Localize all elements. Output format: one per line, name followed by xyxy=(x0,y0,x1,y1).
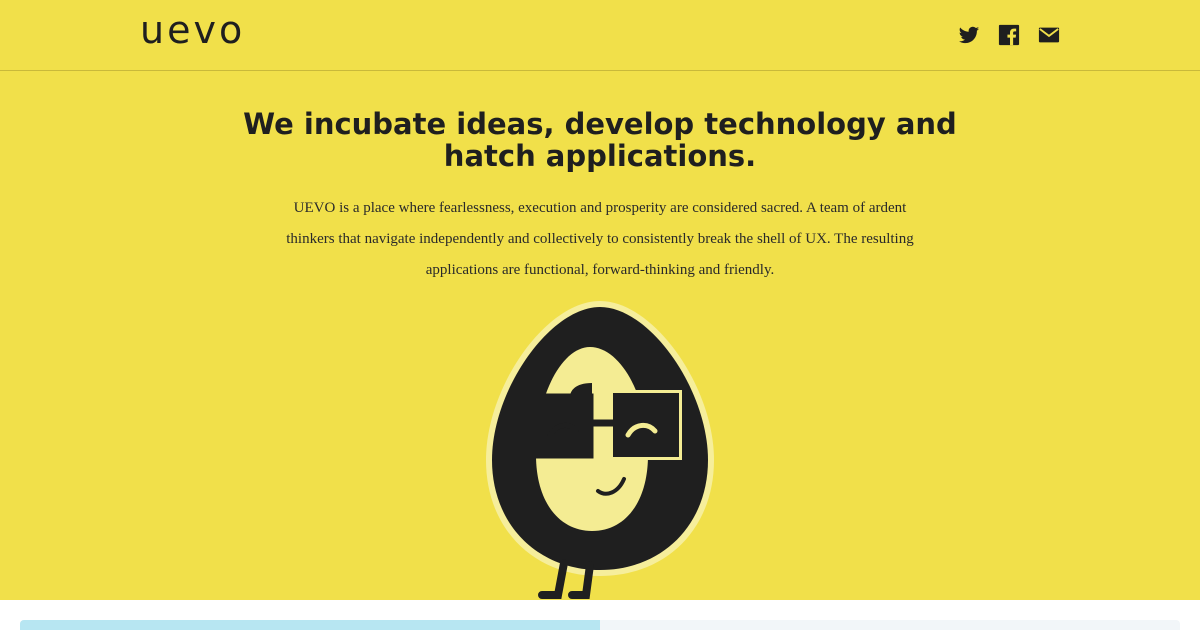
description-line: thinkers that navigate independently and… xyxy=(286,231,914,247)
tab-active-indicator[interactable] xyxy=(20,620,600,630)
section-tab-strip xyxy=(20,620,1180,630)
egg-mascot-illustration xyxy=(486,301,714,599)
hero-description: UEVO is a place where fearlessness, exec… xyxy=(0,193,1200,286)
site-header: uevo xyxy=(0,0,1200,71)
twitter-link[interactable] xyxy=(958,24,980,46)
headline-line: We incubate ideas, develop technology an… xyxy=(243,107,957,141)
mail-link[interactable] xyxy=(1038,24,1060,46)
logo[interactable]: uevo xyxy=(140,8,245,52)
hero-section: uevo We incubate ideas, develop technolo… xyxy=(0,0,1200,600)
hero-headline: We incubate ideas, develop technology an… xyxy=(0,108,1200,172)
facebook-link[interactable] xyxy=(998,24,1020,46)
facebook-icon xyxy=(998,24,1020,46)
headline-line: hatch applications. xyxy=(443,139,757,173)
description-line: applications are functional, forward-thi… xyxy=(425,262,775,278)
twitter-icon xyxy=(958,26,980,44)
social-links xyxy=(958,24,1060,46)
mail-icon xyxy=(1038,27,1060,43)
description-line: UEVO is a place where fearlessness, exec… xyxy=(293,200,907,216)
